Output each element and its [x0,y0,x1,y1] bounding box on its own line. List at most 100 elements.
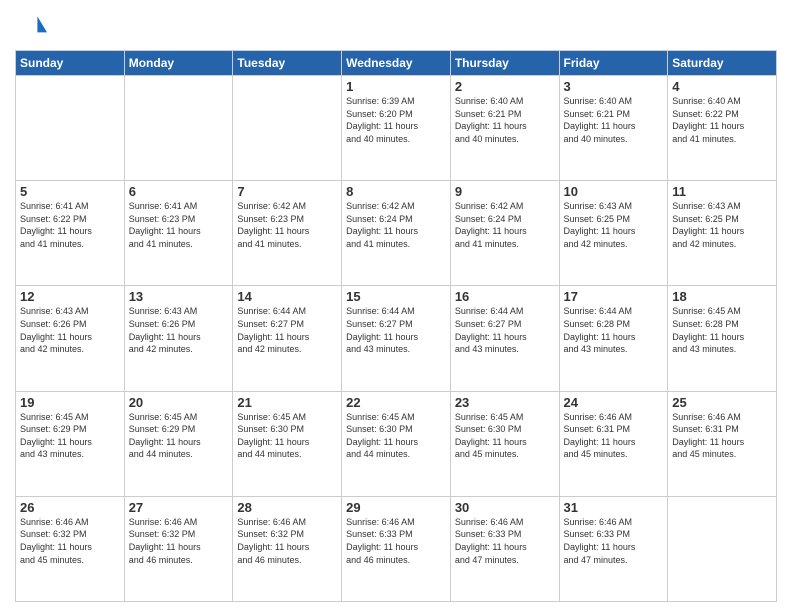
calendar: SundayMondayTuesdayWednesdayThursdayFrid… [15,50,777,602]
day-number: 20 [129,395,229,410]
day-number: 23 [455,395,555,410]
day-header-tuesday: Tuesday [233,51,342,76]
day-number: 26 [20,500,120,515]
calendar-cell: 21Sunrise: 6:45 AM Sunset: 6:30 PM Dayli… [233,391,342,496]
calendar-cell: 15Sunrise: 6:44 AM Sunset: 6:27 PM Dayli… [342,286,451,391]
calendar-cell: 26Sunrise: 6:46 AM Sunset: 6:32 PM Dayli… [16,496,125,601]
day-info: Sunrise: 6:44 AM Sunset: 6:27 PM Dayligh… [455,305,555,355]
day-info: Sunrise: 6:46 AM Sunset: 6:33 PM Dayligh… [564,516,664,566]
calendar-cell: 30Sunrise: 6:46 AM Sunset: 6:33 PM Dayli… [450,496,559,601]
day-info: Sunrise: 6:44 AM Sunset: 6:27 PM Dayligh… [237,305,337,355]
day-number: 30 [455,500,555,515]
day-number: 16 [455,289,555,304]
day-info: Sunrise: 6:40 AM Sunset: 6:21 PM Dayligh… [564,95,664,145]
calendar-cell: 1Sunrise: 6:39 AM Sunset: 6:20 PM Daylig… [342,76,451,181]
calendar-cell: 11Sunrise: 6:43 AM Sunset: 6:25 PM Dayli… [668,181,777,286]
day-number: 19 [20,395,120,410]
day-info: Sunrise: 6:42 AM Sunset: 6:24 PM Dayligh… [455,200,555,250]
day-number: 6 [129,184,229,199]
calendar-cell: 4Sunrise: 6:40 AM Sunset: 6:22 PM Daylig… [668,76,777,181]
day-info: Sunrise: 6:40 AM Sunset: 6:21 PM Dayligh… [455,95,555,145]
day-info: Sunrise: 6:43 AM Sunset: 6:26 PM Dayligh… [129,305,229,355]
day-number: 31 [564,500,664,515]
day-info: Sunrise: 6:45 AM Sunset: 6:30 PM Dayligh… [237,411,337,461]
day-info: Sunrise: 6:45 AM Sunset: 6:29 PM Dayligh… [129,411,229,461]
day-info: Sunrise: 6:45 AM Sunset: 6:30 PM Dayligh… [346,411,446,461]
day-info: Sunrise: 6:42 AM Sunset: 6:23 PM Dayligh… [237,200,337,250]
day-number: 28 [237,500,337,515]
day-number: 3 [564,79,664,94]
day-info: Sunrise: 6:42 AM Sunset: 6:24 PM Dayligh… [346,200,446,250]
calendar-week-3: 12 Sunrise: 6:43 AM Sunset: 6:26 PM Dayli… [16,286,777,391]
day-header-monday: Monday [124,51,233,76]
day-number: 10 [564,184,664,199]
calendar-cell [124,76,233,181]
calendar-cell: 5Sunrise: 6:41 AM Sunset: 6:22 PM Daylig… [16,181,125,286]
calendar-cell: 8Sunrise: 6:42 AM Sunset: 6:24 PM Daylig… [342,181,451,286]
calendar-cell: 2Sunrise: 6:40 AM Sunset: 6:21 PM Daylig… [450,76,559,181]
day-number: 18 [672,289,772,304]
day-number: 9 [455,184,555,199]
day-info: Sunrise: 6:46 AM Sunset: 6:31 PM Dayligh… [672,411,772,461]
calendar-cell: 7Sunrise: 6:42 AM Sunset: 6:23 PM Daylig… [233,181,342,286]
calendar-cell: 31Sunrise: 6:46 AM Sunset: 6:33 PM Dayli… [559,496,668,601]
calendar-cell: 18Sunrise: 6:45 AM Sunset: 6:28 PM Dayli… [668,286,777,391]
day-header-saturday: Saturday [668,51,777,76]
day-info: Sunrise: 6:39 AM Sunset: 6:20 PM Dayligh… [346,95,446,145]
day-header-wednesday: Wednesday [342,51,451,76]
calendar-header-row: SundayMondayTuesdayWednesdayThursdayFrid… [16,51,777,76]
day-info: Sunrise: 6:46 AM Sunset: 6:32 PM Dayligh… [20,516,120,566]
day-number: 14 [237,289,337,304]
calendar-cell: 28Sunrise: 6:46 AM Sunset: 6:32 PM Dayli… [233,496,342,601]
day-number: 13 [129,289,229,304]
calendar-cell: 10Sunrise: 6:43 AM Sunset: 6:25 PM Dayli… [559,181,668,286]
page: SundayMondayTuesdayWednesdayThursdayFrid… [0,0,792,612]
calendar-cell [16,76,125,181]
day-number: 29 [346,500,446,515]
calendar-cell: 27Sunrise: 6:46 AM Sunset: 6:32 PM Dayli… [124,496,233,601]
logo [15,10,49,42]
day-info: Sunrise: 6:41 AM Sunset: 6:22 PM Dayligh… [20,200,120,250]
day-number: 15 [346,289,446,304]
day-info: Sunrise: 6:43 AM Sunset: 6:25 PM Dayligh… [564,200,664,250]
calendar-cell: 23Sunrise: 6:45 AM Sunset: 6:30 PM Dayli… [450,391,559,496]
calendar-cell: 3Sunrise: 6:40 AM Sunset: 6:21 PM Daylig… [559,76,668,181]
day-info: Sunrise: 6:46 AM Sunset: 6:33 PM Dayligh… [346,516,446,566]
day-number: 27 [129,500,229,515]
calendar-cell [233,76,342,181]
day-number: 24 [564,395,664,410]
calendar-cell: 6Sunrise: 6:41 AM Sunset: 6:23 PM Daylig… [124,181,233,286]
calendar-cell: 16Sunrise: 6:44 AM Sunset: 6:27 PM Dayli… [450,286,559,391]
calendar-cell: 12Sunrise: 6:43 AM Sunset: 6:26 PM Dayli… [16,286,125,391]
calendar-cell: 9Sunrise: 6:42 AM Sunset: 6:24 PM Daylig… [450,181,559,286]
day-info: Sunrise: 6:43 AM Sunset: 6:25 PM Dayligh… [672,200,772,250]
calendar-week-4: 19Sunrise: 6:45 AM Sunset: 6:29 PM Dayli… [16,391,777,496]
calendar-cell: 14Sunrise: 6:44 AM Sunset: 6:27 PM Dayli… [233,286,342,391]
day-info: Sunrise: 6:45 AM Sunset: 6:29 PM Dayligh… [20,411,120,461]
day-info: Sunrise: 6:46 AM Sunset: 6:31 PM Dayligh… [564,411,664,461]
calendar-cell: 25Sunrise: 6:46 AM Sunset: 6:31 PM Dayli… [668,391,777,496]
day-number: 8 [346,184,446,199]
day-info: Sunrise: 6:44 AM Sunset: 6:28 PM Dayligh… [564,305,664,355]
day-number: 5 [20,184,120,199]
calendar-week-5: 26Sunrise: 6:46 AM Sunset: 6:32 PM Dayli… [16,496,777,601]
day-info: Sunrise: 6:40 AM Sunset: 6:22 PM Dayligh… [672,95,772,145]
day-info: Sunrise: 6:45 AM Sunset: 6:30 PM Dayligh… [455,411,555,461]
day-header-sunday: Sunday [16,51,125,76]
day-number: 22 [346,395,446,410]
calendar-cell: 22Sunrise: 6:45 AM Sunset: 6:30 PM Dayli… [342,391,451,496]
day-info: Sunrise: 6:44 AM Sunset: 6:27 PM Dayligh… [346,305,446,355]
day-number: 12 [20,289,120,304]
day-number: 21 [237,395,337,410]
day-header-thursday: Thursday [450,51,559,76]
header [15,10,777,42]
day-info: Sunrise: 6:45 AM Sunset: 6:28 PM Dayligh… [672,305,772,355]
calendar-cell: 20Sunrise: 6:45 AM Sunset: 6:29 PM Dayli… [124,391,233,496]
day-number: 7 [237,184,337,199]
day-number: 25 [672,395,772,410]
logo-icon [15,10,47,42]
calendar-week-2: 5Sunrise: 6:41 AM Sunset: 6:22 PM Daylig… [16,181,777,286]
day-number: 17 [564,289,664,304]
calendar-cell: 29Sunrise: 6:46 AM Sunset: 6:33 PM Dayli… [342,496,451,601]
day-number: 11 [672,184,772,199]
